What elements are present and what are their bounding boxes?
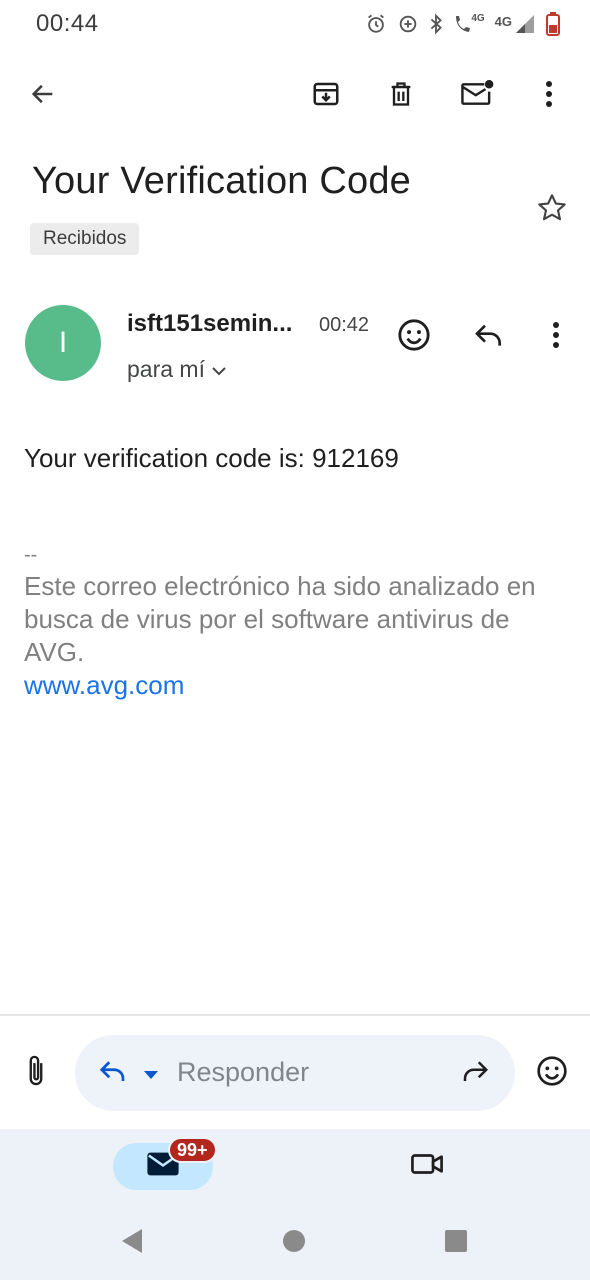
reply-mode-button[interactable] [89,1049,137,1097]
archive-icon [311,79,341,114]
reply-icon [473,321,505,354]
star-button[interactable] [528,186,576,234]
delete-button[interactable] [377,72,425,120]
sender-name[interactable]: isft151semin... [127,310,292,338]
circle-home-icon [282,1229,306,1258]
signal-icon [514,13,536,35]
volte-call-icon: 4G [453,13,485,35]
mail-unread-icon [460,79,494,114]
signature-separator: -- [24,544,38,566]
signature-link[interactable]: www.avg.com [24,669,569,702]
status-time: 00:44 [36,10,99,37]
trash-icon [387,79,415,114]
network-type-large: 4G [494,13,512,29]
emoji-icon [536,1055,568,1092]
email-body: Your verification code is: 912169 [24,440,569,476]
back-button[interactable] [19,72,67,120]
square-recents-icon [444,1229,468,1258]
reply-compose-field[interactable]: Responder [75,1035,515,1111]
status-icons: 4G 4G [365,12,560,36]
battery-icon [546,12,560,36]
paperclip-icon [25,1054,47,1093]
video-camera-icon [410,1151,444,1182]
system-back-button[interactable] [112,1223,152,1263]
more-options-button[interactable] [525,72,573,120]
tab-meet[interactable] [400,1143,454,1190]
reply-placeholder: Responder [177,1057,310,1087]
mark-unread-button[interactable] [453,72,501,120]
caret-down-icon[interactable] [143,1067,159,1085]
forward-button[interactable] [451,1049,499,1097]
data-saver-icon [397,13,419,35]
triangle-back-icon [120,1228,144,1259]
recipient-details-toggle[interactable]: para mí [127,356,227,383]
react-emoji-button[interactable] [390,313,438,361]
bottom-nav: 99+ [0,1129,590,1280]
system-home-button[interactable] [274,1223,314,1263]
verification-text: Your verification code is: 912169 [24,443,399,473]
recipient-label: para mí [127,356,205,382]
email-subject: Your Verification Code [32,160,412,202]
sender-time: 00:42 [319,314,370,336]
signature-text: Este correo electrónico ha sido analizad… [24,571,536,667]
app-bar [0,62,590,130]
alarm-icon [365,13,387,35]
system-navigation [0,1217,590,1267]
email-signature: -- Este correo electrónico ha sido anali… [24,540,569,702]
network-type-small: 4G [471,13,485,24]
unread-badge: 99+ [168,1137,217,1163]
forward-icon [460,1058,490,1089]
archive-button[interactable] [302,72,350,120]
emoji-icon [397,318,431,357]
label-chip[interactable]: Recibidos [30,223,140,255]
chevron-down-icon [211,356,227,383]
sender-avatar[interactable]: I [25,305,101,381]
more-vert-icon [545,80,553,113]
more-vert-icon [552,321,560,354]
attach-button[interactable] [12,1049,60,1097]
star-icon [536,192,568,229]
system-recents-button[interactable] [436,1223,476,1263]
emoji-react-button[interactable] [528,1049,576,1097]
bluetooth-icon [429,13,443,35]
message-more-button[interactable] [532,313,580,361]
divider [0,1014,590,1016]
arrow-left-icon [29,80,57,113]
reply-icon [98,1058,128,1089]
reply-button[interactable] [465,313,513,361]
avatar-initial: I [58,326,68,359]
status-bar: 00:44 4G 4G [0,0,590,48]
